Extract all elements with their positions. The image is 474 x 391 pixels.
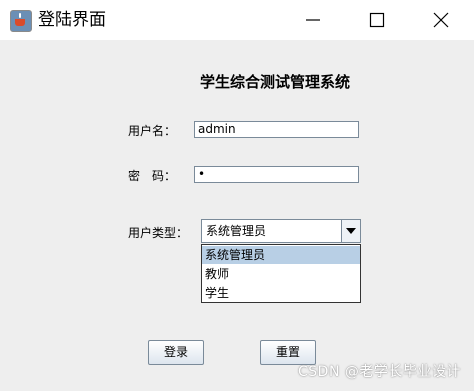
username-label: 用户名： [128,124,177,138]
password-label: 密 码： [128,169,177,183]
username-field[interactable]: admin [194,121,359,138]
maximize-button[interactable] [354,0,400,40]
watermark: CSDN @老学长毕业设计 [298,364,461,380]
dropdown-option[interactable]: 学生 [202,284,360,302]
minimize-button[interactable] [290,0,336,40]
usertype-label: 用户类型： [128,226,189,240]
chevron-down-icon [346,228,356,234]
title-bar[interactable]: 登陆界面 [0,0,474,40]
usertype-select[interactable]: 系统管理员 [201,219,361,243]
dropdown-option[interactable]: 系统管理员 [202,246,360,264]
password-field[interactable]: • [194,166,359,183]
usertype-selected-value: 系统管理员 [206,224,267,238]
maximize-icon [369,12,385,28]
java-app-icon [10,10,32,32]
minimize-icon [306,19,320,21]
system-title: 学生综合测试管理系统 [200,73,351,91]
login-button[interactable]: 登录 [148,340,204,365]
dropdown-option[interactable]: 教师 [202,265,360,283]
window-title: 登陆界面 [38,10,106,30]
dropdown-arrow-button[interactable] [341,220,360,242]
close-icon [433,12,449,28]
usertype-dropdown-list: 系统管理员 教师 学生 [201,244,361,303]
close-button[interactable] [418,0,464,40]
